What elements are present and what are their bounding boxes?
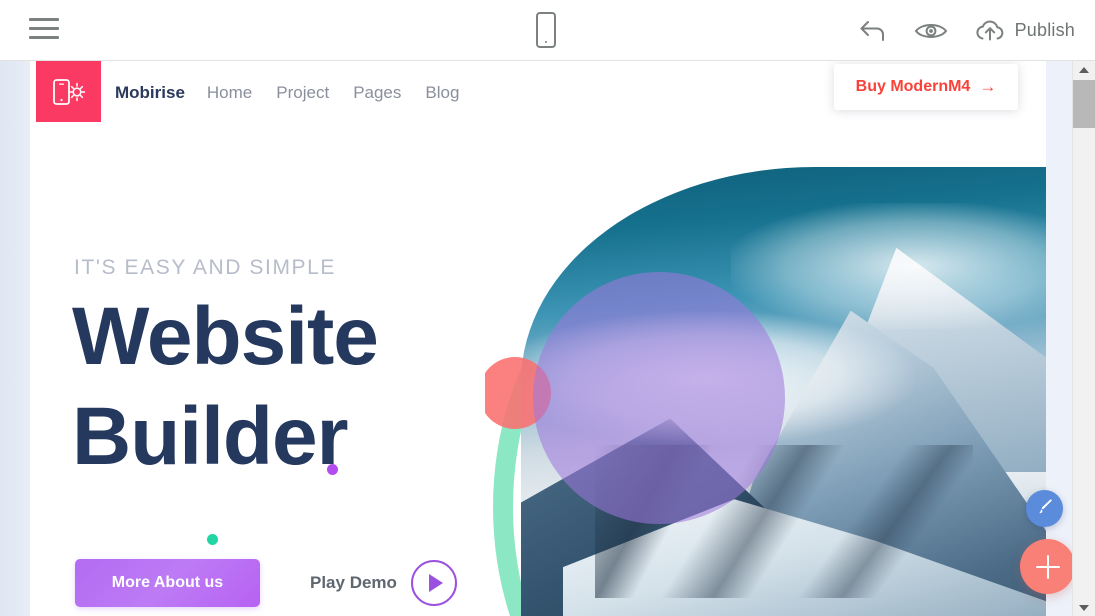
preview-button[interactable]	[914, 20, 948, 42]
accent-dot-teal	[207, 534, 218, 545]
canvas-right-gutter	[1046, 61, 1072, 616]
headline-line-1: Website	[72, 291, 379, 382]
cloud-upload-icon	[974, 18, 1006, 44]
scrollbar-thumb[interactable]	[1073, 80, 1095, 128]
play-demo-button[interactable]: Play Demo	[310, 559, 457, 607]
play-triangle	[428, 574, 443, 592]
publish-button[interactable]: Publish	[974, 18, 1075, 44]
hamburger-bar	[29, 18, 59, 21]
violet-circle-overlay	[533, 272, 785, 524]
undo-arrow-icon	[858, 18, 888, 44]
nav-item-pages[interactable]: Pages	[353, 83, 425, 103]
hamburger-bar	[29, 27, 59, 30]
device-frame	[536, 12, 556, 48]
nav-item-mobirise[interactable]: Mobirise	[115, 83, 207, 103]
nav-item-home[interactable]: Home	[207, 83, 276, 103]
hamburger-bar	[29, 36, 59, 39]
canvas-left-gutter	[0, 61, 30, 616]
buy-button-label: Buy ModernM4	[855, 78, 971, 95]
site-canvas: Mobirise Home Project Pages Blog Buy Mod…	[30, 61, 1046, 616]
canvas-scrollbar[interactable]	[1072, 61, 1095, 616]
accent-dot-purple	[327, 464, 338, 475]
add-block-button[interactable]	[1020, 539, 1075, 594]
paint-brush-icon	[1035, 496, 1055, 521]
paint-brush-button[interactable]	[1026, 490, 1063, 527]
hero-headline: Website Builder	[72, 287, 502, 487]
undo-button[interactable]	[858, 18, 888, 44]
hero-kicker: IT'S EASY AND SIMPLE	[74, 256, 337, 279]
headline-line-2: Builder	[72, 391, 348, 482]
eye-preview-icon	[914, 20, 948, 42]
toolbar-actions: Publish	[858, 0, 1075, 61]
caret-up-icon[interactable]	[1073, 61, 1095, 78]
hamburger-menu-icon[interactable]	[29, 18, 59, 43]
caret-down-icon[interactable]	[1073, 599, 1095, 616]
play-demo-label: Play Demo	[310, 573, 397, 592]
hero-section: IT'S EASY AND SIMPLE Website Builder Mor…	[30, 125, 1046, 616]
nav-item-project[interactable]: Project	[276, 83, 353, 103]
buy-modernm4-button[interactable]: Buy ModernM4 →	[834, 64, 1018, 110]
publish-label: Publish	[1014, 20, 1075, 40]
mobile-device-icon[interactable]	[536, 12, 560, 50]
mobirise-phone-sun-logo-icon[interactable]	[36, 61, 101, 122]
nav-item-blog[interactable]: Blog	[425, 83, 483, 103]
site-nav-links: Mobirise Home Project Pages Blog	[115, 61, 483, 125]
mobirise-builder-window: Publish Mobirise Home Project Pages Blog…	[0, 0, 1095, 616]
app-toolbar: Publish	[0, 0, 1095, 61]
caret-up-glyph	[1079, 66, 1089, 73]
hero-image-composition[interactable]	[485, 167, 1046, 616]
more-about-us-button[interactable]: More About us	[75, 559, 260, 607]
arrow-right-icon: →	[979, 77, 997, 96]
caret-down-glyph	[1079, 604, 1089, 611]
plus-icon	[1035, 554, 1060, 579]
site-navbar: Mobirise Home Project Pages Blog Buy Mod…	[30, 61, 1046, 125]
play-triangle-icon	[410, 560, 457, 606]
